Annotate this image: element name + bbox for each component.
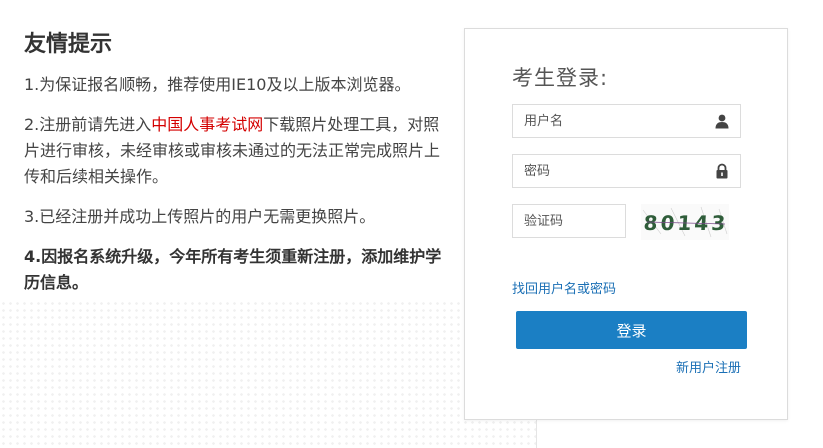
background-dot-pattern <box>0 300 540 448</box>
login-button[interactable]: 登录 <box>516 311 747 349</box>
notice-item-1: 1.为保证报名顺畅，推荐使用IE10及以上版本浏览器。 <box>24 75 411 94</box>
notice-item-3: 3.已经注册并成功上传照片的用户无需更换照片。 <box>24 207 376 226</box>
username-input[interactable] <box>513 105 704 137</box>
password-input[interactable] <box>513 155 704 187</box>
login-panel: 考生登录: 80143 找回用户名或密码 登录 新用户注册 <box>464 28 788 420</box>
notice-item-4: 4.因报名系统升级，今年所有考生须重新注册，添加维护学历信息。 <box>24 247 442 292</box>
captcha-input[interactable] <box>513 205 624 237</box>
login-title: 考生登录: <box>512 66 609 90</box>
cpta-link[interactable]: 中国人事考试网 <box>151 115 263 134</box>
captcha-image[interactable]: 80143 <box>641 204 729 240</box>
notice-panel: 友情提示 1.为保证报名顺畅，推荐使用IE10及以上版本浏览器。 2.注册前请先… <box>24 26 444 310</box>
register-link[interactable]: 新用户注册 <box>676 357 741 376</box>
user-icon <box>715 114 729 129</box>
notice-item-2-text-before: 2.注册前请先进入 <box>24 115 152 134</box>
forgot-credentials-link[interactable]: 找回用户名或密码 <box>512 278 616 297</box>
username-field-wrapper <box>512 104 741 138</box>
notice-item-2: 2.注册前请先进入中国人事考试网下载照片处理工具，对照片进行审核，未经审核或审核… <box>24 112 444 190</box>
password-field-wrapper <box>512 154 741 188</box>
notice-title: 友情提示 <box>24 32 113 57</box>
background-divider <box>536 418 537 448</box>
lock-icon <box>716 163 728 179</box>
captcha-field-wrapper <box>512 204 626 238</box>
